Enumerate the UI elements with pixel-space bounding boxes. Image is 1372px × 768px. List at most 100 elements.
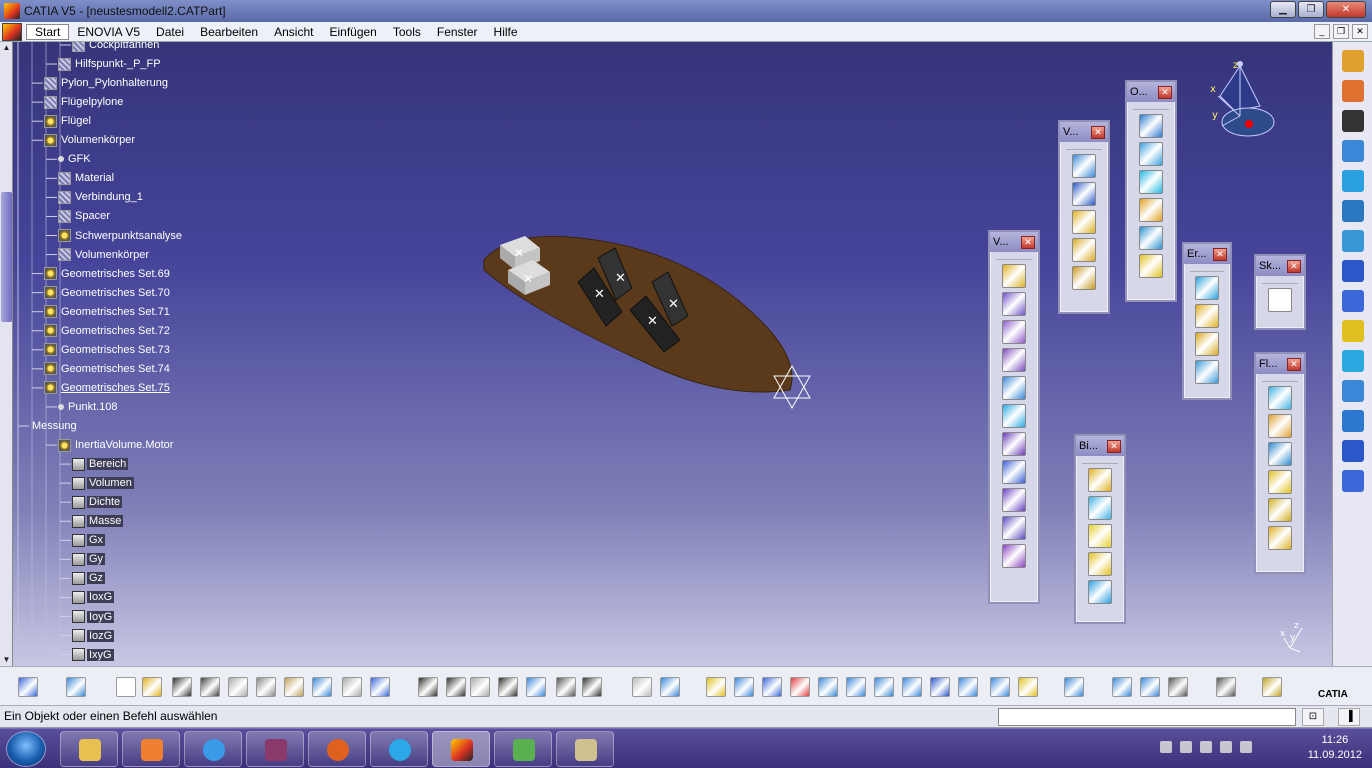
toolbar-tool-icon[interactable] (1002, 264, 1026, 288)
toolbar-tool-icon[interactable] (1112, 677, 1132, 697)
toolbar-tool-icon[interactable] (958, 677, 978, 697)
toolbar-tool-icon[interactable] (1002, 544, 1026, 568)
taskbar-winrar[interactable] (246, 731, 304, 767)
command-input[interactable] (998, 708, 1296, 726)
toolbar-tool-icon[interactable] (846, 677, 866, 697)
tree-node[interactable]: Cockpitfahnen (72, 42, 161, 54)
toolbar-tool-icon[interactable] (762, 677, 782, 697)
toolbar-tool-icon[interactable] (1002, 404, 1026, 428)
sketcher-tool-icon[interactable] (1341, 50, 1364, 72)
toolbar-tool-icon[interactable] (66, 677, 86, 697)
toolbar-grip[interactable] (1066, 144, 1102, 150)
toolbar-tool-icon[interactable] (284, 677, 304, 697)
tree-node[interactable]: Gy (72, 550, 106, 568)
toolbar-tool-icon[interactable] (1018, 677, 1038, 697)
toolbar-header[interactable]: Sk... ✕ (1256, 256, 1304, 276)
toolbar-tool-icon[interactable] (1195, 360, 1219, 384)
document-icon[interactable] (2, 22, 22, 41)
toolbar-tool-icon[interactable] (1002, 376, 1026, 400)
toolbar-tool-icon[interactable] (1072, 182, 1096, 206)
line-tool-icon[interactable] (1341, 290, 1364, 312)
circle-icon[interactable] (1341, 440, 1364, 462)
tree-node[interactable]: Gx (72, 531, 106, 549)
toolbar-surfaces[interactable]: Fl... ✕ (1254, 352, 1306, 574)
toolbar-tool-icon[interactable] (1088, 496, 1112, 520)
toolbar-tool-icon[interactable] (706, 677, 726, 697)
toolbar-close-icon[interactable]: ✕ (1287, 259, 1301, 273)
select-tool-icon[interactable] (1341, 80, 1364, 102)
toolbar-tool-icon[interactable] (582, 677, 602, 697)
clock[interactable]: 11:26 11.09.2012 (1308, 733, 1362, 763)
menu-hilfe[interactable]: Hilfe (486, 25, 526, 39)
menu-enovia[interactable]: ENOVIA V5 (69, 25, 148, 39)
taskbar-skype[interactable] (370, 731, 428, 767)
toolbar-grip[interactable] (1133, 104, 1169, 110)
taskbar-catia[interactable] (432, 731, 490, 767)
tree-node[interactable]: Geometrisches Set.70 (44, 284, 172, 302)
toolbar-tool-icon[interactable] (1088, 580, 1112, 604)
menu-datei[interactable]: Datei (148, 25, 192, 39)
taskbar-ie[interactable] (184, 731, 242, 767)
toolbar-tool-icon[interactable] (1139, 114, 1163, 138)
tree-node[interactable]: Schwerpunktsanalyse (58, 227, 184, 245)
doc-restore-button[interactable]: ❐ (1333, 24, 1349, 39)
toolbar-tool-icon[interactable] (470, 677, 490, 697)
toolbar-grip[interactable] (1262, 376, 1298, 382)
toolbar-tool-icon[interactable] (18, 677, 38, 697)
compass-icon[interactable]: z x y (1200, 56, 1280, 146)
toolbar-tool-icon[interactable] (1139, 226, 1163, 250)
menu-einfuegen[interactable]: Einfügen (321, 25, 384, 39)
toolbar-grip[interactable] (1262, 278, 1298, 284)
toolbar-volumes-2[interactable]: V... ✕ (1058, 120, 1110, 314)
toolbar-tool-icon[interactable] (342, 677, 362, 697)
toolbar-tool-icon[interactable] (1139, 170, 1163, 194)
tray-flag-icon[interactable] (1200, 741, 1212, 753)
tree-node[interactable]: IxyG (72, 646, 114, 664)
toolbar-tool-icon[interactable] (1088, 552, 1112, 576)
toolbar-close-icon[interactable]: ✕ (1213, 247, 1227, 261)
plane-tool-icon[interactable] (1341, 320, 1364, 342)
toolbar-tool-icon[interactable] (1002, 292, 1026, 316)
toolbar-close-icon[interactable]: ✕ (1021, 235, 1035, 249)
toolbar-header[interactable]: Er... ✕ (1184, 244, 1230, 264)
snap-tool-icon[interactable] (1341, 110, 1364, 132)
toolbar-tool-icon[interactable] (228, 677, 248, 697)
taskbar-messenger[interactable] (494, 731, 552, 767)
tree-node[interactable]: Bereich (72, 455, 129, 473)
toolbar-tool-icon[interactable] (1168, 677, 1188, 697)
scroll-down-icon[interactable]: ▼ (1, 654, 12, 665)
revolve-surface-icon[interactable] (1341, 380, 1364, 402)
tree-node[interactable]: InertiaVolume.Motor (58, 436, 175, 454)
toolbar-tool-icon[interactable] (1088, 524, 1112, 548)
toolbar-tool-icon[interactable] (1195, 304, 1219, 328)
rectangle-tool-icon[interactable] (1341, 170, 1364, 192)
toolbar-header[interactable]: Bi... ✕ (1076, 436, 1124, 456)
toolbar-tool-icon[interactable] (1195, 332, 1219, 356)
tree-node[interactable]: IoxG (72, 588, 115, 606)
toolbar-close-icon[interactable]: ✕ (1158, 85, 1172, 99)
toolbar-bi[interactable]: Bi... ✕ (1074, 434, 1126, 624)
tree-node[interactable]: Flügelpylone (44, 93, 125, 111)
toolbar-tool-icon[interactable] (1268, 442, 1292, 466)
toolbar-tool-icon[interactable] (874, 677, 894, 697)
toolbar-tool-icon[interactable] (312, 677, 332, 697)
tree-node[interactable]: Hilfspunkt-_P_FP (58, 55, 163, 73)
toolbar-tool-icon[interactable] (1195, 276, 1219, 300)
tree-node[interactable]: Punkt.108 (58, 398, 120, 416)
toolbar-tool-icon[interactable] (1262, 677, 1282, 697)
toolbar-tool-icon[interactable] (734, 677, 754, 697)
toolbar-tool-icon[interactable] (1268, 386, 1292, 410)
tree-node[interactable]: IozG (72, 627, 115, 645)
toolbar-tool-icon[interactable] (1002, 432, 1026, 456)
toolbar-tool-icon[interactable] (256, 677, 276, 697)
tray-arrow-icon[interactable] (1160, 741, 1172, 753)
3d-model[interactable]: ✕ ✕ ✕ ✕ ✕ ✕ (470, 230, 830, 470)
toolbar-tool-icon[interactable] (1268, 414, 1292, 438)
tree-scrollbar[interactable]: ▲ ▼ (0, 42, 13, 666)
toolbar-tool-icon[interactable] (1216, 677, 1236, 697)
spline-tool-icon[interactable] (1341, 230, 1364, 252)
toolbar-tool-icon[interactable] (1002, 488, 1026, 512)
toolbar-tool-icon[interactable] (1088, 468, 1112, 492)
extrude-surface-icon[interactable] (1341, 350, 1364, 372)
toolbar-tool-icon[interactable] (1268, 288, 1292, 312)
